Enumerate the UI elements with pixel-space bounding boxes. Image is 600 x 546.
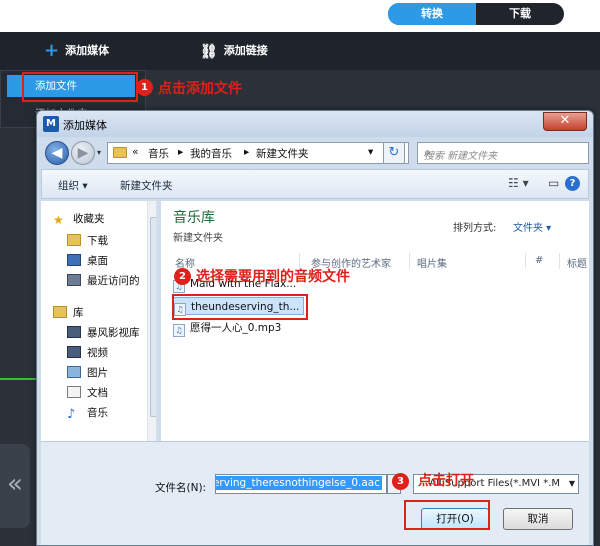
audio-file-icon: ♫: [173, 324, 185, 337]
nav-recent[interactable]: 最近访问的: [67, 271, 156, 291]
column-title[interactable]: 标题: [567, 255, 587, 270]
filename-label: 文件名(N):: [155, 482, 207, 494]
refresh-icon: ↻: [388, 145, 400, 160]
step-2-text: 选择需要用到的音频文件: [196, 269, 350, 285]
recent-pages-dropdown[interactable]: ▾: [97, 148, 101, 157]
address-row: ◀ ▶ ▾ « 音乐 ▸ 我的音乐 ▸ 新建文件夹 ▾ ↻ 搜索 新建文件夹 ⌕: [41, 141, 589, 165]
step-3-marker: 3: [392, 473, 409, 490]
library-icon: [53, 306, 67, 318]
mode-tabs: 转换 下载: [388, 3, 564, 25]
music-note-icon: ♪: [67, 407, 76, 422]
view-options-icon[interactable]: ☷ ▾: [508, 176, 529, 190]
download-folder-icon: [67, 234, 81, 246]
tab-download[interactable]: 下载: [476, 3, 564, 25]
preview-pane-icon[interactable]: ▭: [548, 176, 559, 190]
library-title: 音乐库: [173, 210, 215, 226]
video-library-icon: [67, 326, 81, 338]
new-folder-button[interactable]: 新建文件夹: [120, 178, 173, 193]
collapse-panel-button[interactable]: «: [0, 444, 30, 528]
close-icon: ✕: [559, 113, 571, 128]
dialog-titlebar: M 添加媒体 ✕: [37, 111, 593, 137]
breadcrumb-new-folder[interactable]: 新建文件夹: [256, 146, 309, 161]
double-chevron-left-icon: «: [7, 469, 23, 499]
breadcrumb-separator[interactable]: ▸: [178, 146, 183, 158]
step-3-text: 点击打开: [418, 473, 474, 489]
nav-scrollbar-thumb[interactable]: [150, 217, 156, 417]
help-icon[interactable]: ?: [565, 176, 580, 191]
add-media-button[interactable]: + 添加媒体: [44, 32, 109, 70]
app-logo: M: [43, 116, 59, 132]
link-icon: ⛓: [200, 44, 218, 60]
desktop-icon: [67, 254, 81, 266]
step-1-text: 点击添加文件: [158, 81, 242, 97]
back-button[interactable]: ◀: [45, 141, 69, 165]
address-bar[interactable]: « 音乐 ▸ 我的音乐 ▸ 新建文件夹 ▾: [107, 142, 409, 164]
nav-scrollbar[interactable]: [147, 201, 156, 441]
add-link-button[interactable]: ⛓ 添加链接: [200, 32, 268, 70]
column-divider[interactable]: [409, 253, 410, 269]
dialog-footer: 文件名(N): erving_theresnothingelse_0.aac ▾…: [41, 441, 589, 545]
document-icon: [67, 386, 81, 398]
chevron-down-icon: ▼: [568, 479, 575, 488]
column-album[interactable]: 唱片集: [417, 255, 447, 270]
column-track-number[interactable]: #: [535, 255, 543, 266]
film-icon: [67, 346, 81, 358]
highlight-open-button: [404, 500, 490, 530]
nav-videos[interactable]: 视频: [67, 343, 156, 363]
nav-desktop[interactable]: 桌面: [67, 251, 156, 271]
cancel-button[interactable]: 取消: [503, 508, 573, 530]
file-row[interactable]: ♫ 愿得一人心_0.mp3: [173, 319, 281, 337]
nav-favorites[interactable]: ★ 收藏夹: [53, 209, 156, 229]
toolbar: + 添加媒体 ⛓ 添加链接: [0, 32, 600, 70]
nav-downloads[interactable]: 下载: [67, 231, 156, 251]
add-media-dialog: M 添加媒体 ✕ ◀ ▶ ▾ « 音乐 ▸ 我的音乐 ▸ 新建文件夹 ▾ ↻ 搜…: [36, 110, 594, 546]
column-divider[interactable]: [559, 253, 560, 269]
highlight-add-file: [22, 72, 138, 102]
navigation-pane: ★ 收藏夹 下载 桌面 最近访问的 库 暴风影视库 视频 图片 文档 ♪ 音乐: [41, 201, 157, 441]
refresh-button[interactable]: ↻: [383, 142, 405, 164]
organize-button[interactable]: 组织 ▾: [58, 178, 88, 193]
address-prefix: «: [132, 146, 139, 158]
nav-libraries[interactable]: 库: [53, 303, 156, 323]
step-2-marker: 2: [174, 268, 191, 285]
recent-places-icon: [67, 274, 81, 286]
dialog-title: 添加媒体: [63, 119, 107, 132]
arrow-left-icon: ◀: [51, 145, 63, 161]
breadcrumb-my-music[interactable]: 我的音乐: [190, 146, 232, 161]
nav-documents[interactable]: 文档: [67, 383, 156, 403]
arrow-right-icon: ▶: [77, 145, 89, 161]
add-media-label: 添加媒体: [65, 44, 110, 57]
nav-music[interactable]: ♪ 音乐: [67, 403, 156, 423]
picture-icon: [67, 366, 81, 378]
nav-pictures[interactable]: 图片: [67, 363, 156, 383]
search-icon: ⌕: [424, 145, 431, 159]
right-panel: [594, 110, 600, 546]
top-bar: 转换 下载: [0, 0, 600, 32]
library-subtitle: 新建文件夹: [173, 233, 223, 244]
column-divider[interactable]: [525, 253, 526, 269]
plus-icon: +: [44, 40, 60, 61]
search-input[interactable]: 搜索 新建文件夹 ⌕: [417, 142, 589, 164]
tab-convert[interactable]: 转换: [388, 3, 476, 25]
filename-input[interactable]: erving_theresnothingelse_0.aac: [215, 474, 387, 494]
command-bar: 组织 ▾ 新建文件夹 ☷ ▾ ▭ ?: [41, 169, 589, 199]
timeline-marker: [0, 378, 36, 380]
close-button[interactable]: ✕: [543, 112, 587, 131]
file-list-pane: 音乐库 新建文件夹 排列方式: 文件夹 ▾ 名称 参与创作的艺术家 唱片集 # …: [161, 201, 589, 441]
sort-label: 排列方式:: [453, 223, 497, 234]
folder-icon: [113, 147, 127, 161]
sort-dropdown[interactable]: 文件夹 ▾: [513, 219, 551, 234]
filename-value: erving_theresnothingelse_0.aac: [216, 476, 382, 490]
add-link-label: 添加链接: [223, 44, 268, 57]
nav-storm-video[interactable]: 暴风影视库: [67, 323, 156, 343]
step-1-marker: 1: [136, 79, 153, 96]
chevron-down-icon[interactable]: ▾: [368, 146, 373, 158]
highlight-selected-file: [172, 294, 308, 320]
star-icon: ★: [53, 213, 64, 227]
breadcrumb-separator[interactable]: ▸: [244, 146, 249, 158]
forward-button[interactable]: ▶: [71, 141, 95, 165]
breadcrumb-music[interactable]: 音乐: [148, 146, 169, 161]
